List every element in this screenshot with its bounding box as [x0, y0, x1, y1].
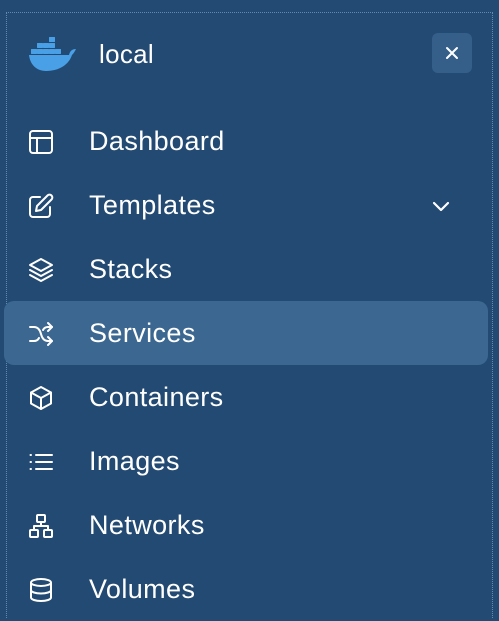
network-icon	[28, 513, 54, 539]
sidebar-item-label: Templates	[89, 190, 216, 220]
sidebar-item-label: Dashboard	[89, 126, 225, 156]
sidebar-item-images[interactable]: Images	[4, 429, 488, 493]
layout-icon	[28, 129, 54, 155]
sidebar-item-label: Services	[89, 318, 196, 348]
sidebar-item-services[interactable]: Services	[4, 301, 488, 365]
sidebar-item-networks[interactable]: Networks	[4, 493, 488, 557]
close-icon	[443, 44, 461, 62]
sidebar-item-containers[interactable]: Containers	[4, 365, 488, 429]
list-icon	[28, 449, 54, 475]
sidebar-item-volumes[interactable]: Volumes	[4, 557, 488, 621]
docker-whale-icon	[29, 36, 77, 72]
close-sidebar-button[interactable]	[432, 33, 472, 73]
database-icon	[28, 577, 54, 603]
sidebar-item-stacks[interactable]: Stacks	[4, 237, 488, 301]
sidebar-item-label: Stacks	[89, 254, 173, 284]
sidebar-item-label: Containers	[89, 382, 224, 412]
sidebar-item-dashboard[interactable]: Dashboard	[4, 109, 488, 173]
shuffle-icon	[28, 321, 54, 347]
box-icon	[28, 385, 54, 411]
edit-icon	[28, 193, 54, 219]
sidebar-item-label: Volumes	[89, 574, 196, 604]
chevron-down-icon[interactable]	[428, 193, 454, 219]
environment-header: local	[0, 0, 499, 110]
sidebar-item-label: Images	[89, 446, 180, 476]
layers-icon	[28, 257, 54, 283]
environment-name: local	[99, 39, 154, 69]
sidebar-item-templates[interactable]: Templates	[4, 173, 488, 237]
sidebar-item-label: Networks	[89, 510, 205, 540]
